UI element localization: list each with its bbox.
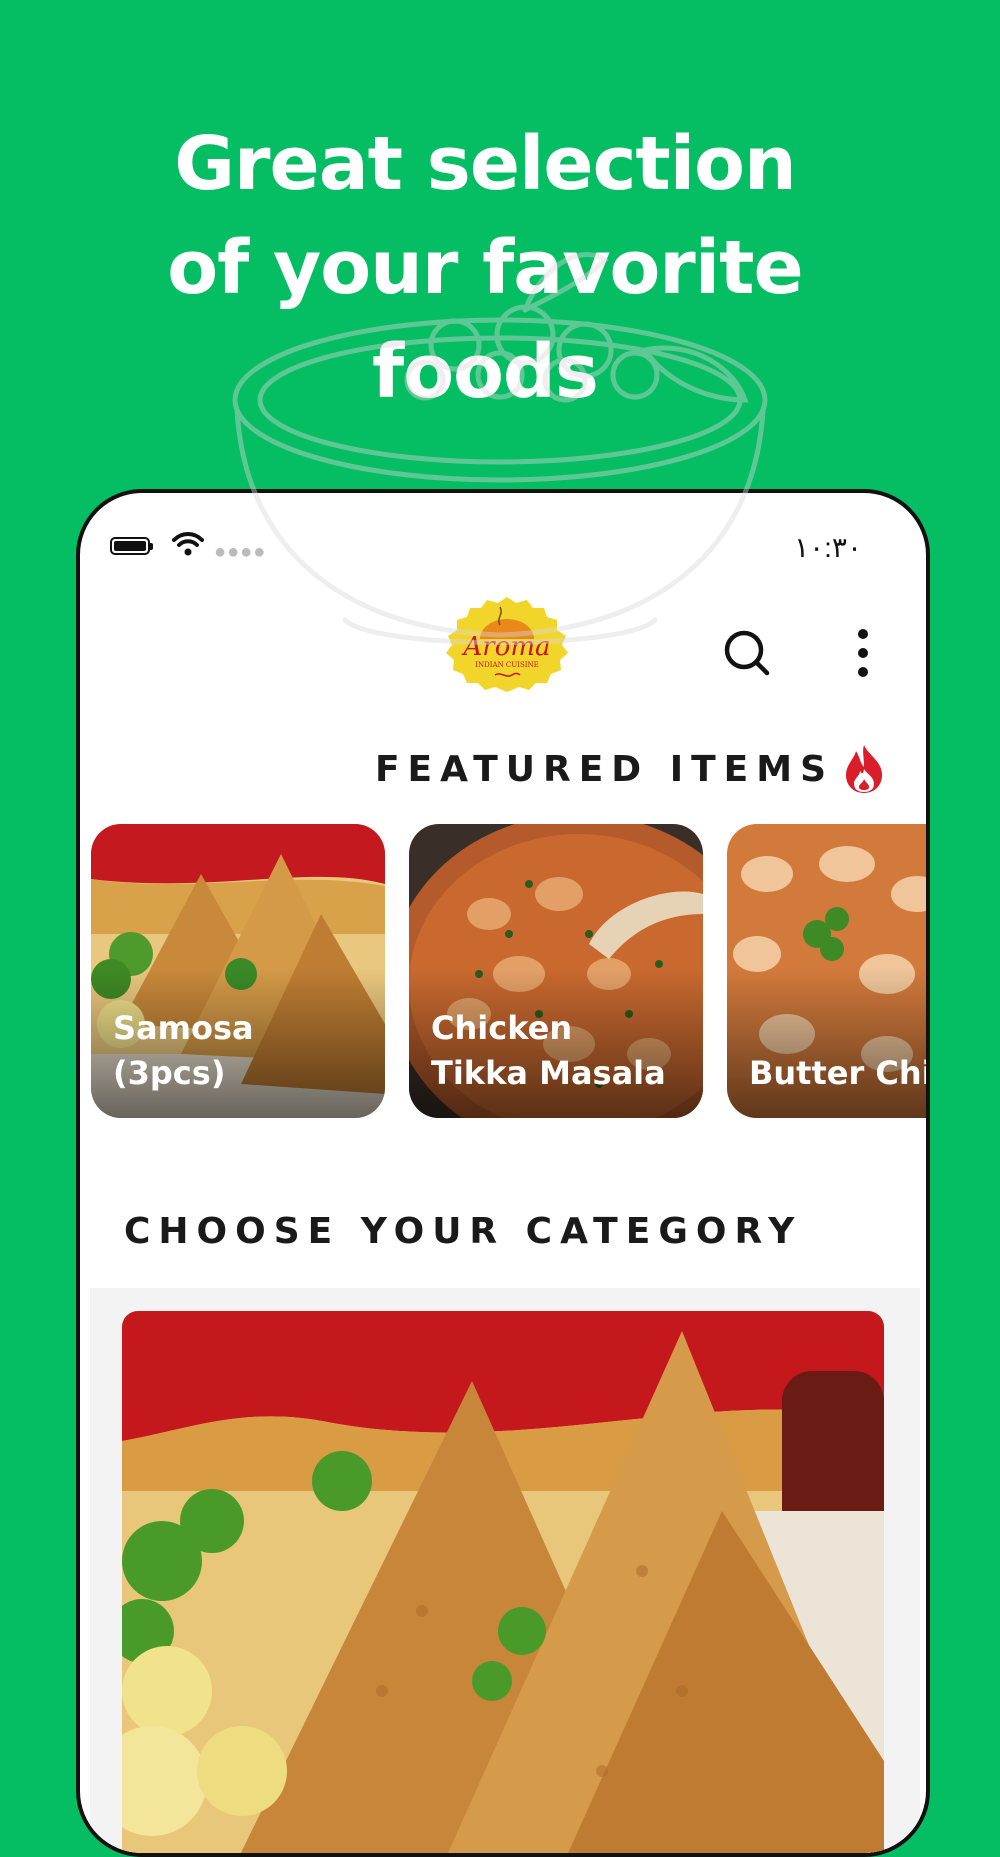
category-title: CHOOSE YOUR CATEGORY [124, 1211, 803, 1252]
battery-icon [110, 537, 153, 555]
wifi-icon [172, 532, 204, 556]
restaurant-logo[interactable]: Aroma INDIAN CUISINE [440, 595, 574, 693]
featured-card-chicken-tikka-masala[interactable]: Chicken Tikka Masala [409, 824, 703, 1118]
status-time: ١٠:٣٠ [794, 532, 862, 563]
featured-title: FEATURED ITEMS [374, 748, 834, 790]
category-samosa-photo [122, 1311, 884, 1853]
featured-card-label: Samosa (3pcs) [113, 1009, 254, 1092]
fire-icon [846, 745, 882, 793]
featured-card-samosa[interactable]: Samosa (3pcs) [91, 824, 385, 1118]
headline-line-1: Great selection [174, 121, 796, 207]
logo-text: Aroma [461, 632, 550, 662]
headline-line-2: of your favorite [167, 225, 803, 311]
promo-headline: Great selection of your favorite foods [0, 112, 1000, 424]
featured-card-label: Butter Chic [749, 1054, 926, 1092]
featured-header: FEATURED ITEMS [375, 739, 886, 799]
featured-carousel[interactable]: Samosa (3pcs) Chicken Tikka Masala Butte… [91, 824, 926, 1118]
search-icon[interactable] [722, 627, 774, 679]
more-vertical-icon[interactable] [848, 627, 878, 679]
signal-dots-icon: ●●●● [214, 541, 267, 563]
status-bar: ●●●● ١٠:٣٠ [80, 493, 926, 573]
headline-line-3: foods [372, 329, 599, 415]
category-card-appetizers[interactable] [122, 1311, 884, 1853]
featured-card-butter-chicken[interactable]: Butter Chic [727, 824, 926, 1118]
featured-card-label: Chicken Tikka Masala [431, 1009, 666, 1092]
phone-frame: ●●●● ١٠:٣٠ Aroma INDIAN CUISINE FEATURED… [76, 489, 930, 1857]
logo-subtext: INDIAN CUISINE [475, 661, 539, 669]
